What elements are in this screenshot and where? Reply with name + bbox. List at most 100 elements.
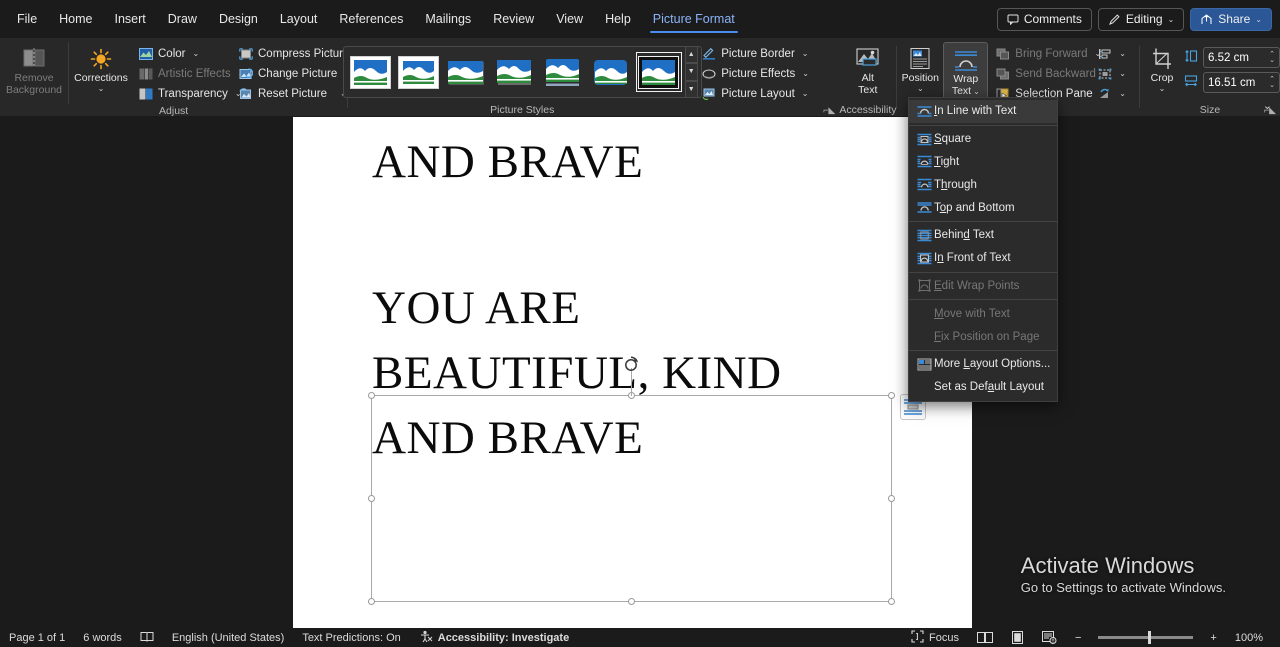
menu-item-tight[interactable]: Tight [909,151,1057,174]
chevron-down-icon: ⌄ [1255,14,1262,24]
menu-item-through[interactable]: Through [909,173,1057,196]
reset-picture-button[interactable]: Reset Picture ⌄ [233,84,347,103]
wrap-text-dropdown-menu[interactable]: In Line with Text Square Tight Through T… [908,97,1058,402]
proofing-icon[interactable] [131,631,163,644]
menu-separator [909,271,1057,273]
rotate-objects-button[interactable]: ⌄ [1092,84,1128,103]
picture-style-thumb[interactable] [541,53,585,91]
wrap-behind-icon [915,229,934,242]
menu-item-set-as-default-layout[interactable]: Set as Default Layout [909,376,1057,399]
web-layout-button[interactable] [1033,631,1066,644]
send-backward-button[interactable]: Send Backward ⌄ [990,64,1110,83]
resize-handle-bottom-left[interactable] [368,598,375,605]
resize-handle-middle-right[interactable] [888,494,895,502]
tab-view[interactable]: View [547,8,592,30]
chevron-down-icon: ⌄ [1119,89,1126,98]
word-count[interactable]: 6 words [74,632,131,644]
resize-handle-top-right[interactable] [888,392,895,399]
picture-style-thumb[interactable] [493,53,537,91]
zoom-slider[interactable] [1098,631,1194,644]
status-bar: Page 1 of 1 6 words English (United Stat… [0,628,1280,647]
tab-help[interactable]: Help [596,8,640,30]
tab-design[interactable]: Design [210,8,267,30]
shape-height-field[interactable]: 6.52 cm ⌃ ⌄ [1203,47,1280,68]
zoom-level[interactable]: 100% [1226,632,1272,644]
language-indicator[interactable]: English (United States) [163,632,294,644]
menu-label: Through [934,178,977,191]
brightness-icon [89,46,113,72]
menu-item-more-layout-options[interactable]: More Layout Options... [909,353,1057,376]
position-button[interactable]: Position ⌄ [897,42,943,93]
chevron-down-icon: ⌄ [1158,84,1166,93]
height-spinner[interactable]: ⌃ ⌄ [1269,51,1275,64]
color-button[interactable]: Color ⌄ [133,44,233,63]
menu-item-square[interactable]: Square [909,128,1057,151]
menu-separator [909,299,1057,301]
picture-layout-button[interactable]: Picture Layout ⌄ [696,84,836,103]
zoom-in-button[interactable]: + [1201,632,1225,644]
picture-style-thumb-selected[interactable] [635,52,682,92]
alt-text-button[interactable]: Alt Text [839,42,896,96]
menu-item-behind-text[interactable]: Behind Text [909,224,1057,247]
read-mode-button[interactable] [968,631,1002,644]
shape-width-field[interactable]: 16.51 cm ⌃ ⌄ [1203,72,1280,93]
zoom-out-button[interactable]: − [1066,632,1090,644]
tab-mailings[interactable]: Mailings [416,8,480,30]
corrections-button[interactable]: Corrections ⌄ [69,42,133,93]
crop-button[interactable]: Crop ⌄ [1140,42,1184,93]
resize-handle-bottom-right[interactable] [888,598,895,605]
resize-handle-middle-left[interactable] [368,494,375,502]
group-objects-button[interactable]: ⌄ [1092,64,1128,83]
picture-style-thumb[interactable] [349,53,393,91]
image-text-line-1: YOU ARE [372,282,581,334]
menu-item-in-front-of-text[interactable]: In Front of Text [909,247,1057,270]
bring-forward-button[interactable]: Bring Forward ⌄ [990,44,1101,63]
accessibility-icon [419,630,433,646]
transparency-button[interactable]: Transparency ⌄ [133,84,242,103]
transparency-icon [138,86,153,101]
tab-layout[interactable]: Layout [271,8,327,30]
share-button[interactable]: Share ⌄ [1190,7,1272,31]
focus-mode-button[interactable]: Focus [902,629,968,646]
remove-background-button[interactable]: Remove Background [0,42,68,96]
artistic-effects-button[interactable]: Artistic Effects ⌄ [133,64,244,83]
editing-mode-button[interactable]: Editing ⌄ [1097,7,1185,31]
zoom-slider-thumb[interactable] [1148,631,1152,644]
accessibility-label: Accessibility: Investigate [437,631,570,644]
menu-label: Fix Position on Page [934,330,1040,343]
tab-picture-format[interactable]: Picture Format [644,8,744,33]
picture-effects-button[interactable]: Picture Effects ⌄ [696,64,836,83]
ribbon-group-size: Crop ⌄ 6.52 cm ⌃ ⌄ 16.51 cm ⌃ ⌄ Size ⌐◣ [1140,38,1280,117]
tab-references[interactable]: References [330,8,412,30]
resize-handle-top-left[interactable] [368,392,375,399]
page-indicator[interactable]: Page 1 of 1 [0,632,74,644]
align-objects-button[interactable]: ⌄ [1092,44,1128,63]
picture-styles-dialog-launcher[interactable]: ⌐◣ [823,105,835,116]
picture-border-button[interactable]: Picture Border ⌄ [696,44,836,63]
menu-item-top-and-bottom[interactable]: Top and Bottom [909,196,1057,219]
picture-style-thumb[interactable] [589,53,633,91]
accessibility-indicator[interactable]: Accessibility: Investigate [410,630,578,646]
image-selection-frame[interactable] [368,356,895,605]
ribbon-group-picture-styles: ▲ ▼ ▼ Picture Styles [342,38,702,117]
comments-button[interactable]: Comments [996,7,1092,31]
picture-styles-gallery[interactable]: ▲ ▼ ▼ [342,46,702,98]
picture-style-thumb[interactable] [445,53,489,91]
text-predictions-indicator[interactable]: Text Predictions: On [293,632,409,644]
rotate-handle-icon[interactable] [622,354,642,377]
artistic-effects-label: Artistic Effects [158,67,231,80]
picture-style-thumb[interactable] [397,53,441,91]
print-layout-button[interactable] [1002,631,1033,644]
ribbon-collapse-button[interactable]: ⌄ [1263,99,1272,112]
tab-file[interactable]: File [8,8,46,30]
compress-pictures-button[interactable]: Compress Pictures [233,44,355,63]
menu-item-in-line-with-text[interactable]: In Line with Text [909,100,1057,123]
tab-insert[interactable]: Insert [106,8,155,30]
menu-label: Top and Bottom [934,201,1015,214]
resize-handle-bottom-center[interactable] [627,598,635,605]
width-spinner[interactable]: ⌃ ⌄ [1269,76,1275,89]
tab-review[interactable]: Review [484,8,543,30]
tab-home[interactable]: Home [50,8,101,30]
tab-draw[interactable]: Draw [159,8,206,30]
change-picture-button[interactable]: Change Picture ⌄ [233,64,351,83]
